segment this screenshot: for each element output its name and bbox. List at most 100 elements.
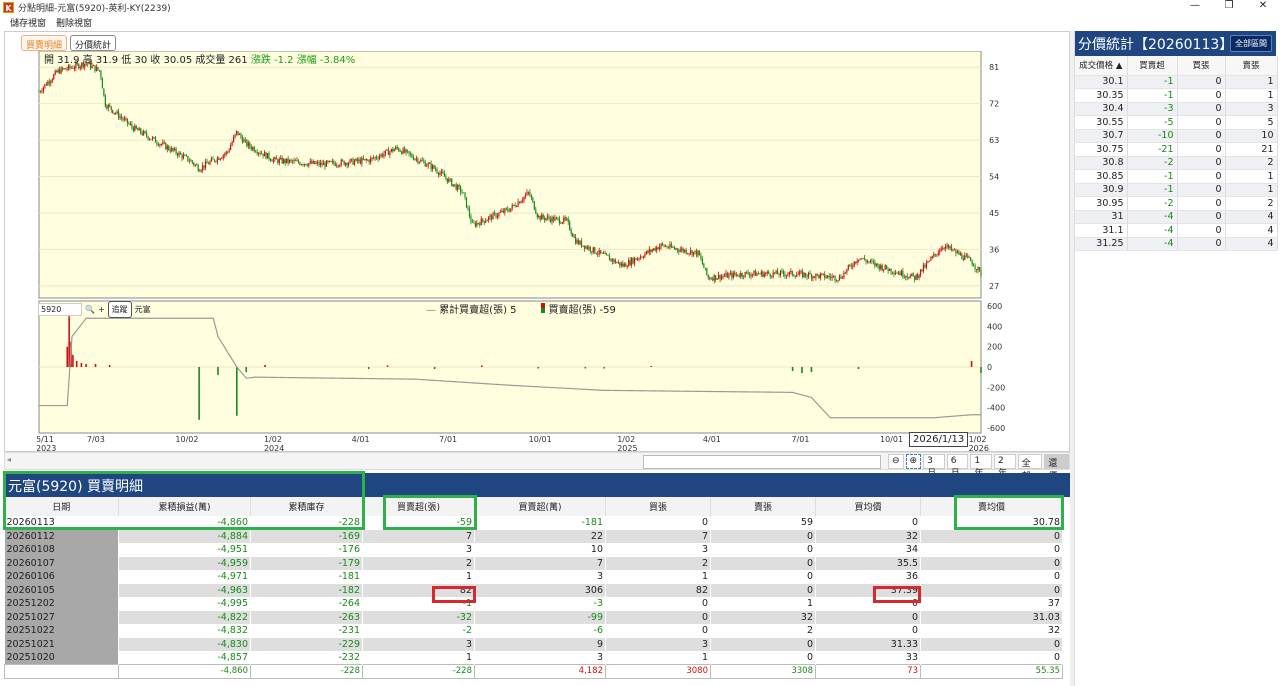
menu-delete-window[interactable]: 刪除視窗	[56, 16, 92, 29]
chart-scroll-track[interactable]	[643, 455, 881, 469]
table-row[interactable]: 20260106 -4,971 -181 1 3 1 0 36 0	[4, 570, 1063, 584]
search-icon[interactable]: 🔍	[85, 305, 95, 314]
candle	[212, 158, 214, 160]
candle	[95, 66, 98, 71]
table-row[interactable]: 30.7 -10 0 10	[1075, 129, 1278, 143]
table-row[interactable]: 20251027 -4,822 -263 -32 -99 0 32 0 31.03	[4, 610, 1063, 624]
candle	[389, 151, 391, 156]
candle	[850, 265, 852, 267]
range-1y[interactable]: 1年	[970, 454, 993, 479]
column-header[interactable]: 成交價格 ▲	[1075, 56, 1128, 76]
chart-scrollbar[interactable]: ◂ ⊖ ⊕ 3月 6月 1年 2年 全部 還價	[4, 452, 1070, 482]
table-row[interactable]: 20260105 -4,963 -182 82 306 82 0 37.39 0	[4, 583, 1063, 597]
table-row[interactable]: 30.35 -1 0 1	[1075, 88, 1278, 103]
candle	[312, 160, 314, 164]
candle	[302, 164, 304, 166]
footer-cell: 55.35	[920, 664, 1063, 679]
table-row[interactable]: 31 -4 0 4	[1075, 210, 1278, 224]
net-bar	[66, 346, 69, 367]
all-range-button[interactable]: 全部區間	[1230, 35, 1272, 52]
candle	[200, 169, 202, 172]
maximize-button[interactable]: ❐	[1212, 0, 1246, 11]
candle	[557, 217, 559, 219]
table-cell: -181	[250, 570, 363, 584]
table-row[interactable]: 20251021 -4,830 -229 3 9 3 0 31.33 0	[4, 637, 1063, 651]
table-row[interactable]: 30.95 -2 0 2	[1075, 196, 1278, 211]
candle	[834, 275, 836, 281]
range-6m[interactable]: 6月	[946, 454, 969, 479]
candle	[190, 160, 192, 162]
table-row[interactable]: 20260108 -4,951 -176 3 10 3 0 34 0	[4, 543, 1063, 557]
candle	[176, 153, 179, 156]
adjust-price-button[interactable]: 還價	[1044, 454, 1069, 482]
menu-save-window[interactable]: 儲存視窗	[10, 16, 46, 29]
footer-cell: 4,182	[474, 664, 606, 679]
candle	[488, 216, 490, 221]
table-row[interactable]: 30.9 -1 0 1	[1075, 183, 1278, 197]
table-row[interactable]: 30.8 -2 0 2	[1075, 156, 1278, 170]
trace-button[interactable]: 追蹤	[107, 301, 132, 318]
table-cell: 1	[710, 597, 816, 611]
column-header[interactable]: 買賣超(萬)	[474, 497, 606, 516]
candle	[847, 265, 849, 269]
column-header[interactable]: 買張	[1177, 56, 1226, 76]
footer-cell: -228	[362, 664, 475, 679]
price-chart[interactable]: 81 72 63 54 45 36 27 600 400 200 0 -200 -400 -600 5/11…	[37, 51, 1071, 453]
broker-select[interactable]: 5920	[38, 303, 82, 316]
column-header[interactable]: 賣均價	[920, 497, 1063, 516]
range-all[interactable]: 全部	[1017, 454, 1043, 482]
column-header[interactable]: 買賣超(張)	[362, 497, 475, 516]
column-header[interactable]: 買均價	[815, 497, 921, 516]
candle	[224, 154, 226, 156]
column-header[interactable]: 累積損益(萬)	[118, 497, 251, 516]
range-3m[interactable]: 3月	[923, 454, 945, 479]
candle	[784, 273, 786, 277]
candle	[140, 128, 142, 133]
table-row[interactable]: 30.75 -21 0 21	[1075, 142, 1278, 157]
candle	[560, 223, 562, 224]
zoom-out-button[interactable]: ⊖	[888, 454, 904, 469]
minimize-button[interactable]: —	[1178, 0, 1212, 11]
table-row[interactable]: 30.85 -1 0 1	[1075, 169, 1278, 184]
candle	[645, 251, 647, 254]
scroll-left-icon[interactable]: ◂	[7, 455, 11, 464]
range-2y[interactable]: 2年	[994, 454, 1016, 479]
tab-trade-detail[interactable]: 買賣明細	[21, 35, 68, 51]
table-row[interactable]: 20260112 -4,884 -169 7 22 7 0 32 0	[4, 529, 1063, 543]
column-header[interactable]: 賣張	[1225, 56, 1278, 76]
table-row[interactable]: 20260113 -4,860 -228 -59 -181 0 59 0 30.78	[4, 516, 1063, 530]
table-row[interactable]: 20251022 -4,832 -231 -2 -6 0 2 0 32	[4, 624, 1063, 638]
close-button[interactable]: ✕	[1246, 0, 1280, 11]
table-row[interactable]: 31.25 -4 0 4	[1075, 237, 1278, 251]
table-cell: -10	[1127, 129, 1178, 143]
candle	[45, 84, 47, 86]
y-tick-label: 63	[989, 136, 999, 145]
column-header[interactable]: 累積庫存	[250, 497, 363, 516]
add-button[interactable]: +	[98, 305, 105, 314]
candle	[299, 162, 301, 165]
column-header[interactable]: 日期	[4, 497, 119, 516]
candle	[143, 131, 145, 135]
candle	[172, 148, 174, 151]
candle	[785, 275, 788, 277]
column-header[interactable]: 賣張	[710, 497, 816, 516]
table-row[interactable]: 20251020 -4,857 -232 1 3 1 0 33 0	[4, 651, 1063, 665]
candle	[457, 185, 459, 190]
candle	[249, 142, 251, 147]
table-cell: 33	[815, 651, 921, 665]
column-header[interactable]: 買張	[605, 497, 711, 516]
table-row[interactable]: 20260107 -4,959 -179 2 7 2 0 35.5 0	[4, 556, 1063, 570]
table-row[interactable]: 30.55 -5 0 5	[1075, 115, 1278, 130]
column-header[interactable]: 買賣超	[1127, 56, 1178, 76]
tab-price-stats[interactable]: 分價統計	[70, 35, 117, 51]
candle	[451, 178, 453, 186]
candle	[687, 253, 689, 255]
legend-cumulative: 累計買賣超(張) 5	[439, 305, 517, 316]
table-row[interactable]: 20251202 -4,995 -264 -1 -3 0 1 0 37	[4, 597, 1063, 611]
table-row[interactable]: 30.1 -1 0 1	[1075, 75, 1278, 89]
candle	[243, 139, 245, 143]
zoom-in-button[interactable]: ⊕	[905, 454, 922, 469]
net-bar	[94, 363, 97, 367]
table-row[interactable]: 30.4 -3 0 3	[1075, 102, 1278, 116]
table-row[interactable]: 31.1 -4 0 4	[1075, 223, 1278, 238]
